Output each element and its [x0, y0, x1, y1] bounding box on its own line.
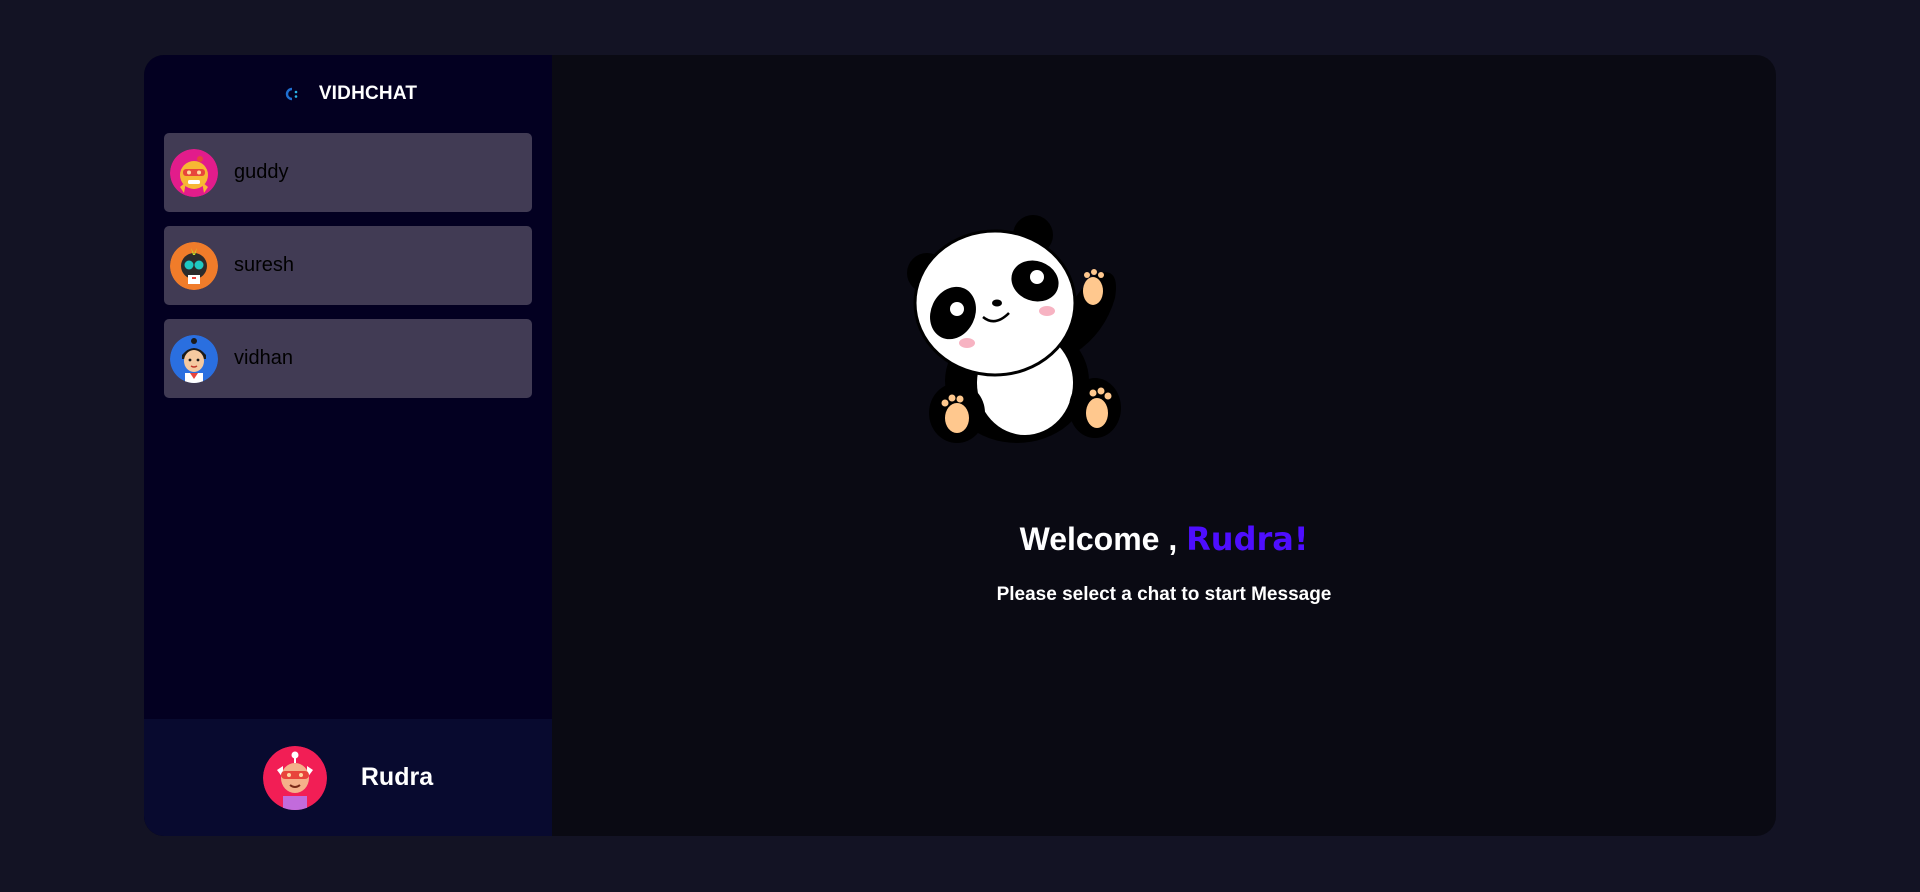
welcome-heading: Welcome , Rudra!: [592, 520, 1736, 558]
contact-list: guddy suresh vidhan: [144, 133, 552, 719]
robot-avatar-icon: [262, 745, 327, 810]
contact-item-vidhan[interactable]: vidhan: [164, 319, 532, 398]
current-user-panel: Rudra: [144, 719, 552, 836]
welcome-prefix: Welcome ,: [1019, 521, 1187, 557]
contact-name: suresh: [234, 254, 295, 276]
current-username: Rudra: [360, 763, 434, 791]
contact-item-guddy[interactable]: guddy: [164, 133, 532, 212]
welcome-subtitle: Please select a chat to start Message: [996, 584, 1332, 605]
robot-avatar-icon: [170, 148, 218, 197]
robot-avatar-icon: [170, 334, 218, 383]
contact-name: guddy: [234, 161, 289, 183]
welcome-username: Rudra!: [1186, 520, 1309, 558]
brand-name: VIDHCHAT: [318, 83, 418, 104]
contact-item-suresh[interactable]: suresh: [164, 226, 532, 305]
contact-name: vidhan: [234, 347, 293, 369]
welcome-panel: [552, 55, 1776, 836]
robot-avatar-icon: [170, 241, 218, 290]
brand-header: VIDHCHAT: [144, 55, 552, 133]
contacts-sidebar: VIDHCHAT guddy suresh vidhan Rudra: [144, 55, 552, 836]
chat-logo-icon: [279, 81, 305, 107]
waving-panda-illustration: [907, 215, 1121, 443]
